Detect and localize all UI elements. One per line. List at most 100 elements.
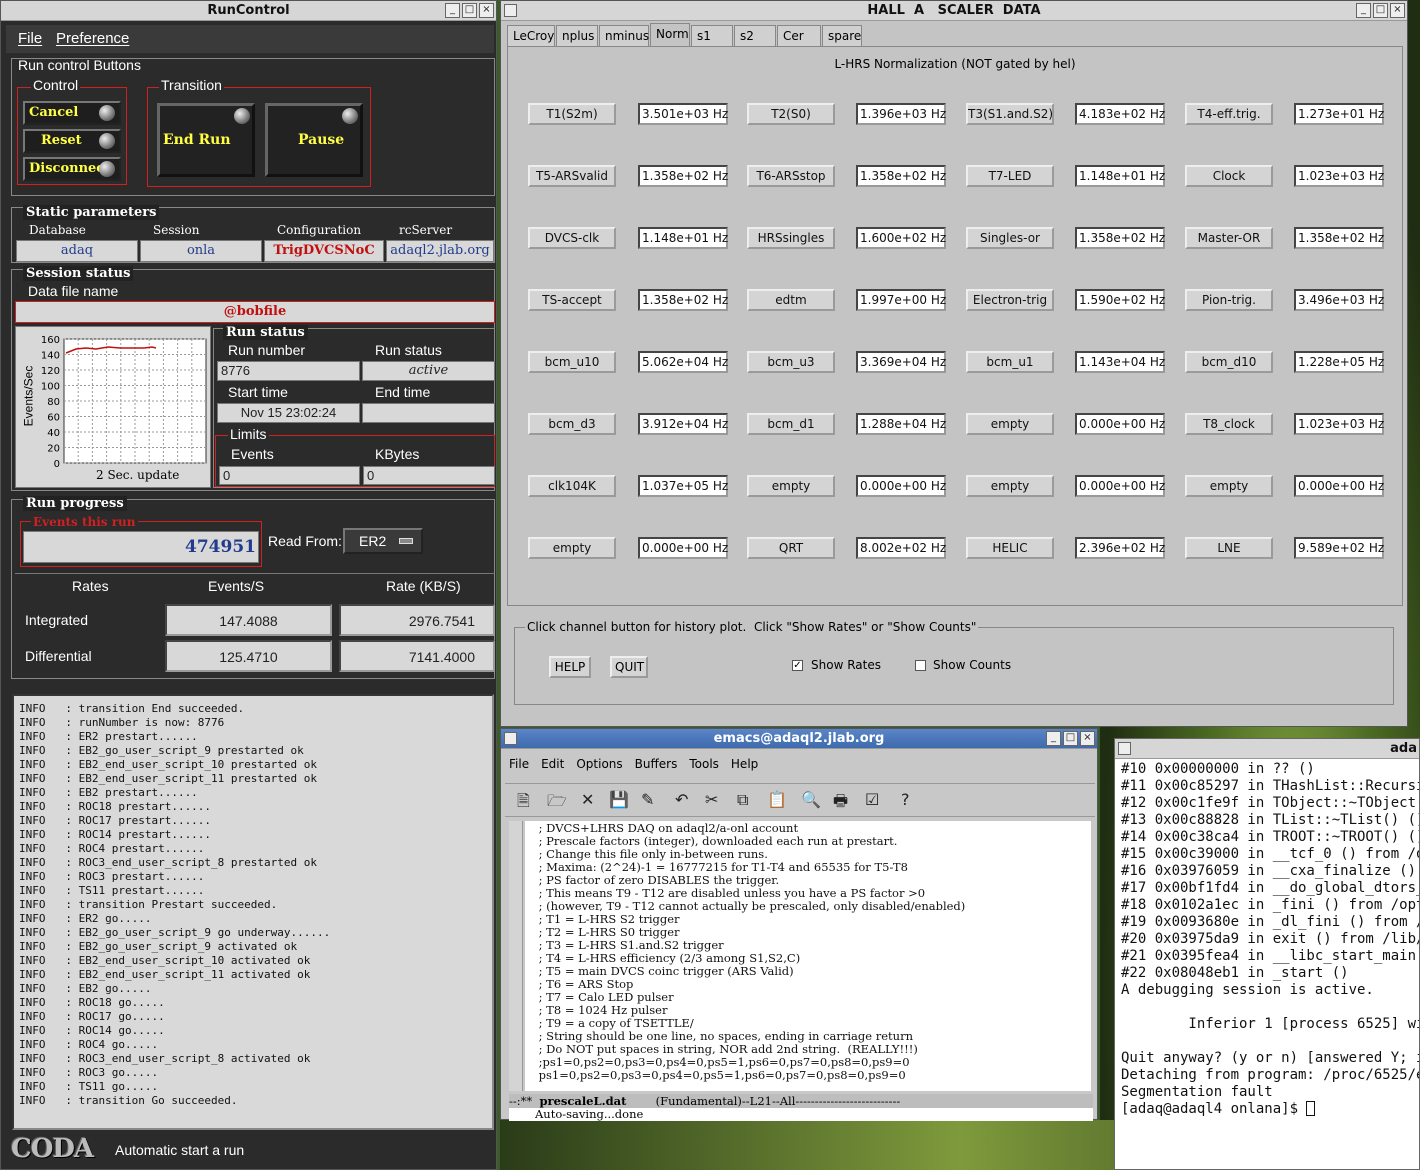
save-icon[interactable]: 💾 [609, 790, 629, 809]
channel-button[interactable]: T7-LED [966, 165, 1054, 187]
quit-button[interactable]: QUIT [610, 656, 648, 678]
show-counts-checkbox[interactable] [915, 660, 926, 671]
terminal-titlebar[interactable]: ada [1115, 739, 1419, 759]
channel-rate-field[interactable]: 3.501e+03 Hz [638, 103, 728, 125]
channel-rate-field[interactable]: 3.912e+04 Hz [638, 413, 728, 435]
tab-norm[interactable]: Norm [650, 23, 690, 46]
channel-button[interactable]: Clock [1185, 165, 1273, 187]
channel-button[interactable]: QRT [747, 537, 835, 559]
end-run-button[interactable]: End Run [157, 103, 255, 177]
emacs-menu-help[interactable]: Help [731, 757, 758, 771]
channel-rate-field[interactable]: 1.288e+04 Hz [856, 413, 946, 435]
channel-rate-field[interactable]: 1.997e+00 Hz [856, 289, 946, 311]
channel-button[interactable]: bcm_u1 [966, 351, 1054, 373]
emacs-menu-tools[interactable]: Tools [689, 757, 719, 771]
channel-button[interactable]: HELIC [966, 537, 1054, 559]
new-file-icon[interactable]: 🗎 [517, 790, 530, 817]
emacs-menu-file[interactable]: File [509, 757, 529, 771]
channel-rate-field[interactable]: 3.369e+04 Hz [856, 351, 946, 373]
read-from-select[interactable]: ER2 [343, 528, 423, 554]
print-icon[interactable]: 🖶 [833, 790, 848, 817]
minimize-icon[interactable]: _ [1356, 3, 1371, 18]
emacs-menu-buffers[interactable]: Buffers [635, 757, 678, 771]
undo-icon[interactable]: ↶ [675, 790, 688, 809]
close-buffer-icon[interactable]: ✕ [581, 790, 594, 809]
scaler-titlebar[interactable]: HALL A SCALER DATA _ □ × [501, 1, 1407, 21]
runcontrol-titlebar[interactable]: RunControl _ □ × [1, 1, 496, 21]
reset-button[interactable]: Reset [23, 129, 121, 153]
channel-button[interactable]: HRSsingles [747, 227, 835, 249]
channel-button[interactable]: bcm_d10 [1185, 351, 1273, 373]
channel-button[interactable]: T2(S0) [747, 103, 835, 125]
channel-rate-field[interactable]: 1.228e+05 Hz [1294, 351, 1384, 373]
channel-rate-field[interactable]: 1.358e+02 Hz [856, 165, 946, 187]
channel-button[interactable]: Electron-trig [966, 289, 1054, 311]
show-rates-checkbox[interactable]: ✓ [792, 660, 803, 671]
help-icon[interactable]: ? [901, 790, 910, 809]
maximize-icon[interactable]: □ [1063, 731, 1078, 746]
cancel-button[interactable]: Cancel [23, 101, 121, 125]
channel-button[interactable]: bcm_u10 [528, 351, 616, 373]
channel-rate-field[interactable]: 1.148e+01 Hz [638, 227, 728, 249]
emacs-buffer[interactable]: ; DVCS+LHRS DAQ on adaql2/a-onl account … [525, 821, 1091, 1091]
channel-rate-field[interactable]: 0.000e+00 Hz [1075, 413, 1165, 435]
channel-button[interactable]: TS-accept [528, 289, 616, 311]
window-menu-icon[interactable] [504, 732, 517, 745]
channel-button[interactable]: empty [1185, 475, 1273, 497]
tab-s2[interactable]: s2 [734, 25, 776, 46]
channel-button[interactable]: bcm_d3 [528, 413, 616, 435]
channel-button[interactable]: Master-OR [1185, 227, 1273, 249]
channel-button[interactable]: T4-eff.trig. [1185, 103, 1273, 125]
channel-rate-field[interactable]: 5.062e+04 Hz [638, 351, 728, 373]
window-menu-icon[interactable] [504, 4, 517, 17]
terminal-output[interactable]: #10 0x00000000 in ?? () #11 0x00c85297 i… [1121, 761, 1419, 1169]
channel-rate-field[interactable]: 8.002e+02 Hz [856, 537, 946, 559]
paste-icon[interactable]: 📋 [767, 790, 787, 809]
channel-button[interactable]: T5-ARSvalid [528, 165, 616, 187]
channel-rate-field[interactable]: 1.600e+02 Hz [856, 227, 946, 249]
channel-button[interactable]: Singles-or [966, 227, 1054, 249]
channel-button[interactable]: LNE [1185, 537, 1273, 559]
channel-button[interactable]: T6-ARSstop [747, 165, 835, 187]
menu-file[interactable]: File [18, 30, 42, 47]
channel-rate-field[interactable]: 1.143e+04 Hz [1075, 351, 1165, 373]
emacs-menu-options[interactable]: Options [576, 757, 622, 771]
channel-rate-field[interactable]: 1.023e+03 Hz [1294, 165, 1384, 187]
message-log[interactable]: INFO : transition End succeeded. INFO : … [12, 694, 494, 1130]
channel-button[interactable]: empty [966, 413, 1054, 435]
emacs-scrollbar[interactable] [509, 821, 523, 1091]
tab-spare[interactable]: spare [822, 25, 862, 46]
minimize-icon[interactable]: _ [445, 3, 460, 18]
channel-rate-field[interactable]: 0.000e+00 Hz [1294, 475, 1384, 497]
close-icon[interactable]: × [1390, 3, 1405, 18]
pause-button[interactable]: Pause [265, 103, 363, 177]
emacs-titlebar[interactable]: emacs@adaql2.jlab.org _ □ × [501, 729, 1097, 749]
channel-button[interactable]: Pion-trig. [1185, 289, 1273, 311]
channel-rate-field[interactable]: 1.023e+03 Hz [1294, 413, 1384, 435]
tab-nplus[interactable]: nplus [556, 25, 598, 46]
channel-button[interactable]: T3(S1.and.S2) [966, 103, 1054, 125]
channel-rate-field[interactable]: 0.000e+00 Hz [856, 475, 946, 497]
open-folder-icon[interactable]: 🗁 [547, 790, 567, 817]
window-menu-icon[interactable] [1118, 742, 1131, 755]
channel-rate-field[interactable]: 1.358e+02 Hz [1075, 227, 1165, 249]
channel-button[interactable]: empty [747, 475, 835, 497]
channel-button[interactable]: bcm_d1 [747, 413, 835, 435]
channel-rate-field[interactable]: 2.396e+02 Hz [1075, 537, 1165, 559]
tab-lecroy[interactable]: LeCroy [507, 25, 555, 46]
channel-rate-field[interactable]: 4.183e+02 Hz [1075, 103, 1165, 125]
maximize-icon[interactable]: □ [1373, 3, 1388, 18]
minimize-icon[interactable]: _ [1046, 731, 1061, 746]
channel-rate-field[interactable]: 1.358e+02 Hz [638, 165, 728, 187]
channel-rate-field[interactable]: 1.396e+03 Hz [856, 103, 946, 125]
help-button[interactable]: HELP [549, 656, 591, 678]
channel-rate-field[interactable]: 1.590e+02 Hz [1075, 289, 1165, 311]
channel-button[interactable]: DVCS-clk [528, 227, 616, 249]
close-icon[interactable]: × [479, 3, 494, 18]
menu-preference[interactable]: Preference [56, 30, 129, 47]
close-icon[interactable]: × [1080, 731, 1095, 746]
copy-icon[interactable]: ⧉ [737, 790, 748, 810]
channel-button[interactable]: T1(S2m) [528, 103, 616, 125]
channel-button[interactable]: empty [528, 537, 616, 559]
maximize-icon[interactable]: □ [462, 3, 477, 18]
